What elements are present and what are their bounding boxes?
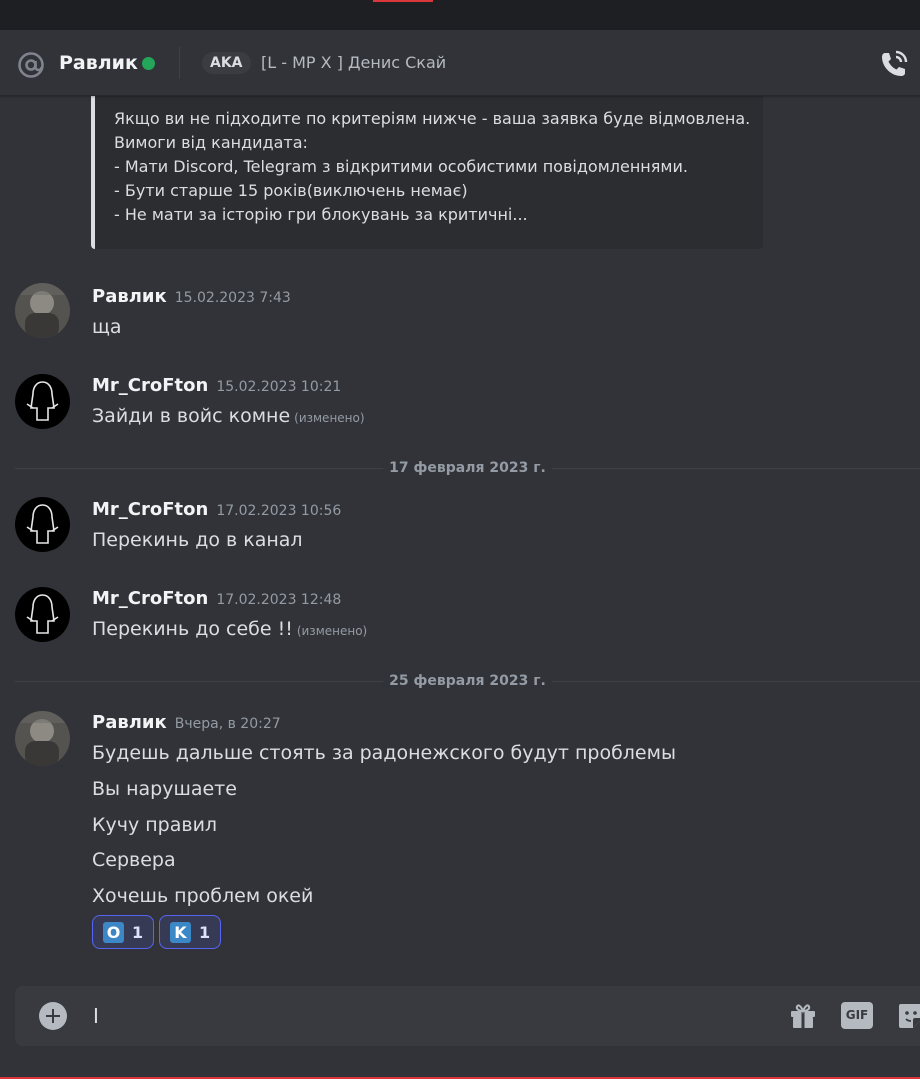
- message-timestamp: 15.02.2023 7:43: [174, 290, 291, 306]
- avatar[interactable]: [15, 711, 70, 766]
- gift-icon[interactable]: [787, 1000, 819, 1032]
- message-author[interactable]: Mr_CroFton 17.02.2023 10:56: [92, 498, 341, 523]
- reaction-count: 1: [199, 922, 211, 942]
- message-text: Зайди в войс комне: [92, 405, 291, 427]
- embed-line: Вимоги від кандидата:: [114, 133, 308, 152]
- recipient-nickname: [L - MP X ] Денис Скай: [261, 53, 447, 72]
- message-content: Перекинь до себе !! (изменено): [92, 616, 367, 644]
- embed-line: - Мати Discord, Telegram з відкритими ос…: [114, 157, 688, 176]
- date-label: 25 февраля 2023 г.: [383, 671, 552, 691]
- message-author[interactable]: Равлик Вчера, в 20:27: [92, 711, 281, 736]
- edited-label: (изменено): [294, 411, 365, 425]
- embed-line: - Бути старше 15 років(виключень немає): [114, 181, 468, 200]
- author-name[interactable]: Mr_CroFton: [92, 499, 208, 520]
- at-icon: [18, 52, 44, 78]
- author-name[interactable]: Равлик: [92, 712, 167, 733]
- edited-label: (изменено): [296, 624, 368, 638]
- message-timestamp: 17.02.2023 10:56: [216, 503, 342, 519]
- message-content: Зайди в войс комне (изменено): [92, 403, 365, 431]
- date-separator: 25 февраля 2023 г.: [15, 671, 920, 691]
- embed-line: - Не мати за історію гри блокувань за кр…: [114, 205, 528, 224]
- reactions-row: O 1 K 1: [92, 915, 292, 949]
- message-author[interactable]: Равлик 15.02.2023 7:43: [92, 285, 291, 310]
- message-content: Сервера: [92, 849, 176, 871]
- author-name[interactable]: Равлик: [92, 286, 167, 307]
- online-status-dot: [142, 57, 155, 70]
- avatar[interactable]: [15, 374, 70, 429]
- author-name[interactable]: Mr_CroFton: [92, 375, 208, 396]
- reaction-k[interactable]: K 1: [159, 915, 222, 949]
- message-content: Вы нарушаете: [92, 778, 237, 800]
- reaction-o[interactable]: O 1: [92, 915, 155, 949]
- message-composer: I GIF: [15, 986, 920, 1046]
- author-name[interactable]: Mr_CroFton: [92, 588, 208, 609]
- date-separator: 17 февраля 2023 г.: [15, 458, 920, 478]
- window-titlebar: [0, 0, 920, 30]
- header-divider: [179, 47, 180, 79]
- message-content: Перекинь до в канал: [92, 529, 303, 551]
- aka-badge: AKA: [202, 52, 251, 74]
- message-content: ща: [92, 316, 122, 338]
- titlebar-accent: [373, 0, 433, 2]
- phone-call-icon[interactable]: [878, 48, 910, 80]
- message-author[interactable]: Mr_CroFton 15.02.2023 10:21: [92, 374, 341, 399]
- message-input[interactable]: I: [93, 1004, 99, 1028]
- letter-o-emoji-icon: O: [103, 921, 124, 943]
- message-timestamp: 17.02.2023 12:48: [216, 592, 342, 608]
- message-timestamp: 15.02.2023 10:21: [216, 379, 342, 395]
- letter-k-emoji-icon: K: [170, 921, 191, 943]
- message-text: Перекинь до себе !!: [92, 618, 293, 640]
- gif-icon[interactable]: GIF: [841, 1002, 873, 1029]
- date-label: 17 февраля 2023 г.: [383, 458, 552, 478]
- message-embed: Якщо ви не підходите по критеріям нижче …: [91, 96, 763, 249]
- message-content: Кучу правил: [92, 814, 218, 836]
- avatar[interactable]: [15, 497, 70, 552]
- add-attachment-icon[interactable]: [39, 1002, 67, 1030]
- avatar[interactable]: [15, 587, 70, 642]
- message-content: Будешь дальше стоять за радонежского буд…: [92, 742, 676, 764]
- reaction-count: 1: [132, 922, 144, 942]
- message-timestamp: Вчера, в 20:27: [174, 716, 281, 732]
- avatar[interactable]: [15, 283, 70, 338]
- dm-header: Равлик AKA [L - MP X ] Денис Скай: [0, 30, 920, 96]
- sticker-icon[interactable]: [895, 1000, 920, 1032]
- message-list[interactable]: Якщо ви не підходите по критеріям нижче …: [0, 96, 920, 976]
- embed-line: Якщо ви не підходите по критеріям нижче …: [114, 109, 751, 128]
- dm-recipient-name[interactable]: Равлик: [59, 50, 138, 76]
- message-content: Хочешь проблем окей: [92, 885, 314, 907]
- message-author[interactable]: Mr_CroFton 17.02.2023 12:48: [92, 587, 341, 612]
- embed-text: Якщо ви не підходите по критеріям нижче …: [114, 107, 750, 227]
